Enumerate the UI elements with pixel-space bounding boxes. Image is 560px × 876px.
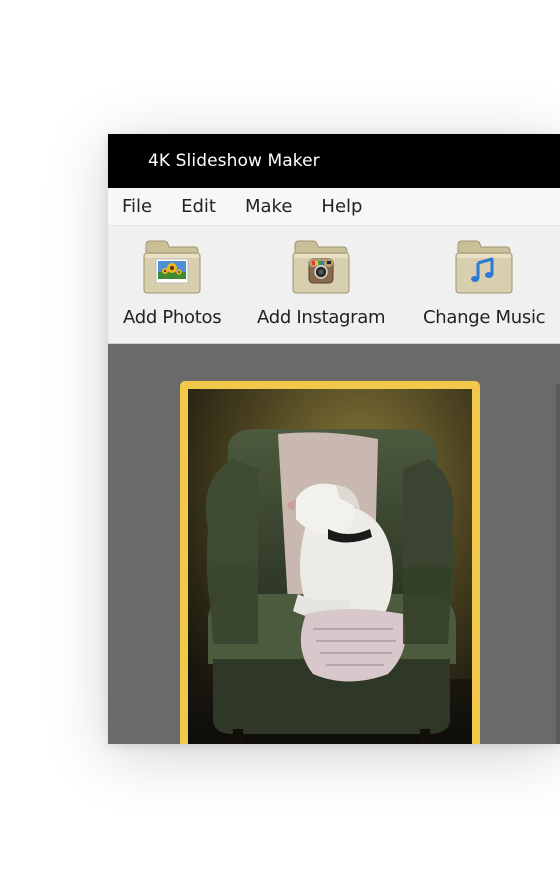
slideshow-canvas	[108, 344, 560, 744]
menu-file[interactable]: File	[122, 196, 152, 217]
toolbar: Add Photos Add Instagram Change Music	[108, 226, 560, 344]
sunflower-photo-folder-icon	[142, 239, 202, 297]
selected-photo-thumbnail[interactable]	[180, 381, 480, 744]
photo-preview	[188, 389, 472, 744]
add-photos-button[interactable]: Add Photos	[123, 239, 222, 328]
window-title: 4K Slideshow Maker	[148, 151, 320, 171]
next-photo-edge[interactable]	[556, 384, 560, 744]
change-music-button[interactable]: Change Music	[423, 239, 546, 328]
change-music-label: Change Music	[423, 307, 546, 328]
menu-bar: File Edit Make Help	[108, 188, 560, 226]
app-window: 4K Slideshow Maker File Edit Make Help A…	[108, 134, 560, 744]
add-photos-label: Add Photos	[123, 307, 222, 328]
music-note-folder-icon	[454, 239, 514, 297]
menu-help[interactable]: Help	[321, 196, 362, 217]
add-instagram-label: Add Instagram	[257, 307, 386, 328]
add-instagram-button[interactable]: Add Instagram	[257, 239, 386, 328]
menu-make[interactable]: Make	[245, 196, 292, 217]
menu-edit[interactable]: Edit	[181, 196, 216, 217]
instagram-folder-icon	[291, 239, 351, 297]
title-bar: 4K Slideshow Maker	[108, 134, 560, 188]
